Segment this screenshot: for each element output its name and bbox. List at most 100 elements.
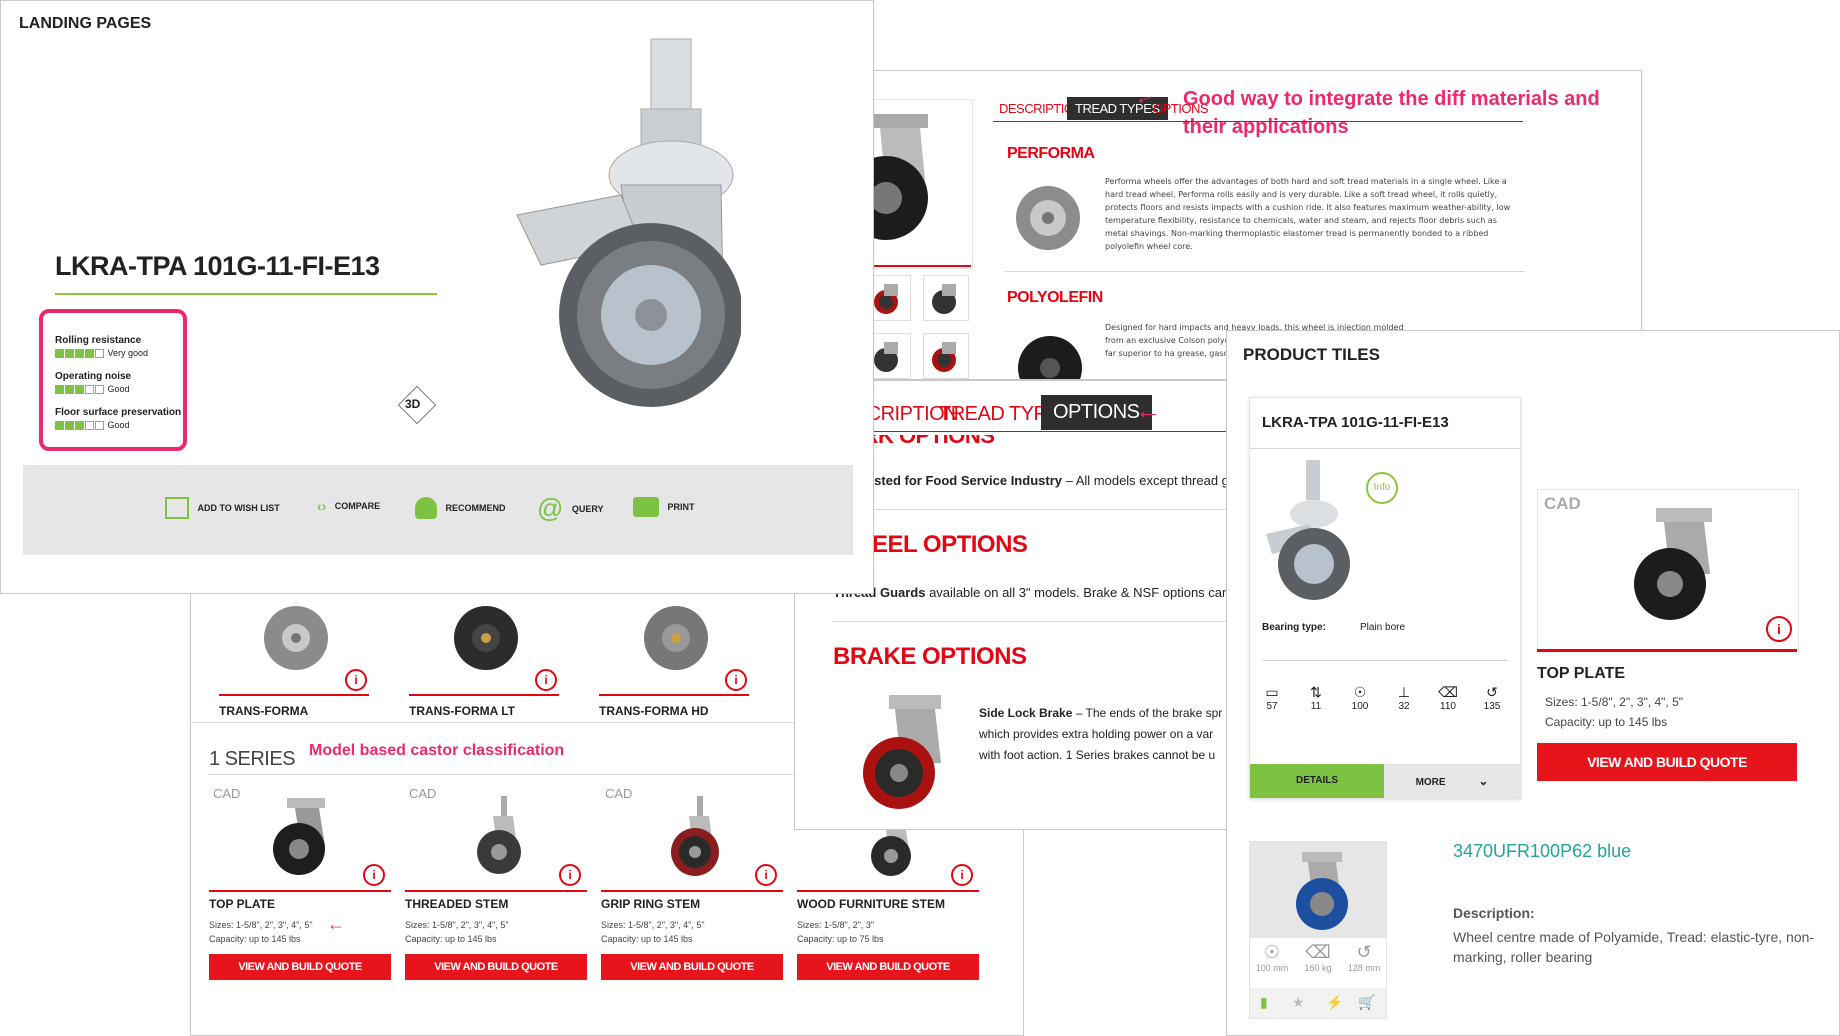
product-title: LKRA-TPA 101G-11-FI-E13 [55,251,380,281]
caster-image [1634,508,1712,620]
cad-badge: CAD [213,786,241,801]
polyolefin-wheel-image [1018,336,1082,379]
wish-list-icon [165,497,189,519]
spec-icon: ↺ [1356,942,1372,962]
info-badge[interactable]: Info [1366,472,1398,504]
star-icon[interactable]: ★ [1292,994,1305,1011]
cad-tile-sizes: Sizes: 1-5/8", 2", 3", 4", 5" [1545,695,1684,709]
details-button[interactable]: DETAILS [1250,764,1384,798]
datasheet-icon[interactable]: ▮ [1260,994,1268,1011]
more-label: MORE [1415,777,1446,788]
series-card-top-plate[interactable]: CAD i TOP PLATE Sizes: 1-5/8", 2", 3", 4… [209,784,391,1034]
tile-specs: ▭ 57 ⇅ 11 ☉ 100 ⊥ 32 ⌫ 110 ↺ 135 [1260,684,1510,724]
card-title: TRANS-FORMA LT [409,704,515,718]
blue-wheel-name[interactable]: 3470UFR100P62 blue [1453,841,1631,862]
lightning-icon[interactable]: ⚡ [1326,994,1343,1011]
card-title: GRIP RING STEM [601,897,701,911]
card-title: TOP PLATE [209,897,276,911]
compare-action[interactable]: ‹› COMPARE [317,497,380,515]
spec-value: 11 [1310,701,1322,712]
thumbnail[interactable] [923,275,969,321]
spec-icon: ▭ [1265,684,1279,700]
spec-value: 32 [1398,701,1410,712]
arrow-icon: ← [327,914,345,934]
at-icon: @ [537,493,564,523]
info-icon[interactable]: i [363,864,385,886]
action-label: ADD TO WISH LIST [197,503,280,513]
view-build-quote-button[interactable]: VIEW AND BUILD QUOTE [1537,743,1797,781]
performa-text: Performa wheels offer the advantages of … [1105,177,1511,251]
cad-badge: CAD [1544,494,1581,513]
print-action[interactable]: PRINT [633,497,694,517]
cad-tile-title: TOP PLATE [1537,665,1626,682]
top-card-trans-forma-lt[interactable]: i TRANS-FORMA LT [409,586,559,721]
brake-caster-image [863,695,941,809]
spec-value: 57 [1266,701,1278,712]
view-build-quote-button[interactable]: VIEW AND BUILD QUOTE [601,954,783,980]
top-card-trans-forma-hd[interactable]: i TRANS-FORMA HD [599,586,749,721]
spec-item: ↺ 135 [1480,684,1504,712]
card-title: TRANS-FORMA HD [599,704,709,718]
add-to-wish-list-action[interactable]: ADD TO WISH LIST [165,497,280,519]
brake-text: Side Lock Brake – The ends of the brake … [979,703,1222,766]
info-icon[interactable]: i [535,669,557,691]
bearing-label: Bearing type: [1262,622,1326,633]
spec-value: 100 [1351,701,1369,712]
info-icon[interactable]: i [755,864,777,886]
spec-icon: ⌫ [1438,684,1458,700]
more-button[interactable]: MORE ⌄ [1384,764,1520,798]
info-icon[interactable]: i [345,669,367,691]
action-label: QUERY [571,503,604,514]
caster-image [671,796,719,876]
brake-line-2: which provides extra holding power on a … [979,727,1214,741]
spec-icon: ↺ [1486,684,1498,700]
rating-floor-preservation: Floor surface preservation Good [55,407,182,431]
rating-value: Very good [107,348,149,358]
bearing-value: Plain bore [1360,622,1406,633]
spec-item: ☉ 100 [1348,684,1372,712]
spec-value: 135 [1483,701,1501,712]
card-capacity: Capacity: up to 145 lbs [209,934,301,944]
card-capacity: Capacity: up to 145 lbs [601,934,693,944]
spec-icon: ⊥ [1397,684,1411,700]
info-icon[interactable]: i [1766,616,1792,642]
tile-caster-image [1266,460,1350,600]
view-build-quote-button[interactable]: VIEW AND BUILD QUOTE [405,954,587,980]
card-title: TRANS-FORMA [219,704,309,718]
rating-value: Good [107,384,130,394]
info-icon[interactable]: i [725,669,747,691]
product-tiles-panel: PRODUCT TILES LKRA-TPA 101G-11-FI-E13 In… [1226,330,1840,1036]
view-build-quote-button[interactable]: VIEW AND BUILD QUOTE [797,954,979,980]
blue-wheel-image-box [1250,842,1386,938]
rating-label: Floor surface preservation [55,407,182,418]
top-card-trans-forma[interactable]: i TRANS-FORMA [219,586,369,721]
rating-bars: Very good [55,348,149,359]
card-sizes: Sizes: 1-5/8", 2", 3", 4", 5" [209,920,313,930]
info-icon[interactable]: i [559,864,581,886]
query-action[interactable]: @ QUERY [537,493,604,524]
series-card-grip-ring-stem[interactable]: CAD i GRIP RING STEM Sizes: 1-5/8", 2", … [601,784,783,1034]
title-underline [55,293,437,295]
rating-value: Good [107,420,130,430]
cart-icon[interactable]: 🛒 [1358,994,1375,1011]
recommend-action[interactable]: RECOMMEND [415,497,505,519]
thumbnail[interactable] [923,333,969,379]
product-tile[interactable]: LKRA-TPA 101G-11-FI-E13 Info Bearing typ… [1249,397,1521,799]
caster-image [477,796,521,874]
blue-wheel-tile[interactable]: ☉ 100 mm ⌫ 160 kg ↺ 128 mm ▮ ★ ⚡ 🛒 [1249,841,1387,1019]
spec-icon: ☉ [1353,684,1367,700]
thread-rest: available on all 3" models. Brake & NSF … [925,585,1234,600]
view-build-quote-button[interactable]: VIEW AND BUILD QUOTE [209,954,391,980]
series-card-threaded-stem[interactable]: CAD i THREADED STEM Sizes: 1-5/8", 2", 3… [405,784,587,1034]
cad-badge: CAD [605,786,633,801]
spec-item: ↺ 128 mm [1344,942,1384,973]
card-capacity: Capacity: up to 145 lbs [405,934,497,944]
compare-icon: ‹› [317,497,327,514]
thread-guards-text: Thread Guards available on all 3" models… [833,585,1234,600]
info-icon[interactable]: i [951,864,973,886]
rating-bars: Good [55,384,131,395]
series-title: 1 SERIES [209,748,296,770]
wheel-image [454,606,518,670]
rating-operating-noise: Operating noise Good [55,371,131,395]
cad-tile[interactable]: CAD i TOP PLATE Sizes: 1-5/8", 2", 3", 4… [1537,489,1799,819]
